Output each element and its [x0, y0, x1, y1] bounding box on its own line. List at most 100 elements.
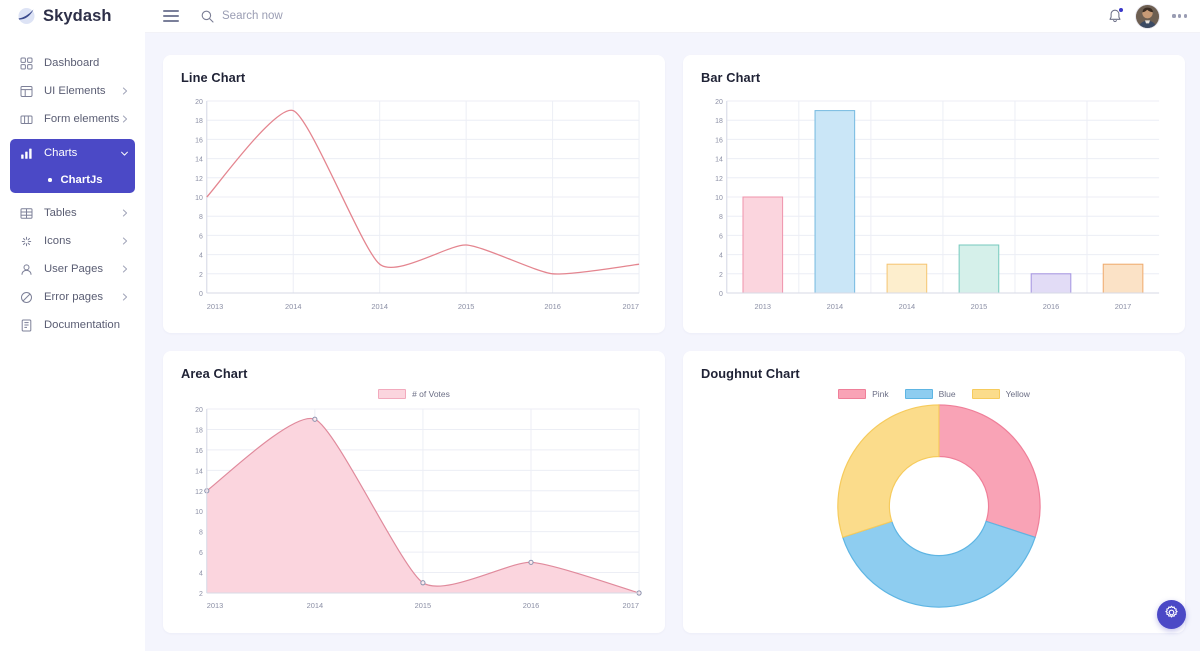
- legend-label: Yellow: [1006, 389, 1030, 399]
- sidebar-item-user-pages[interactable]: User Pages: [10, 255, 135, 283]
- layout-icon: [19, 84, 33, 98]
- line-series: [207, 110, 639, 274]
- bar[interactable]: [743, 197, 783, 293]
- main-content: Line Chart 02468101214161820201320142014…: [145, 33, 1200, 651]
- ban-icon: [19, 290, 33, 304]
- header-actions: [1107, 5, 1200, 28]
- document-icon: [19, 318, 33, 332]
- notification-badge: [1118, 7, 1124, 13]
- axis-tick-label: 2014: [899, 302, 916, 311]
- brand-logo[interactable]: Skydash: [0, 0, 145, 33]
- doughnut-slice[interactable]: [843, 521, 1035, 607]
- feather-logo-icon: [16, 6, 36, 26]
- chevron-right-icon: [120, 237, 129, 246]
- axis-tick-label: 12: [715, 176, 723, 183]
- sparkle-icon: [19, 234, 33, 248]
- legend-entry-pink[interactable]: Pink: [838, 389, 889, 399]
- bar-chart-plot[interactable]: 0246810121416182020132014201420152016201…: [701, 93, 1167, 323]
- axis-tick-label: 6: [199, 233, 203, 240]
- axis-tick-label: 2017: [1115, 302, 1132, 311]
- axis-tick-label: 2017: [623, 601, 640, 610]
- data-point[interactable]: [529, 560, 533, 564]
- sidebar-item-ui-elements[interactable]: UI Elements: [10, 77, 135, 105]
- gear-icon: [1164, 605, 1179, 625]
- axis-tick-label: 2: [199, 272, 203, 279]
- chevron-down-icon: [120, 149, 129, 158]
- axis-tick-label: 2013: [207, 302, 224, 311]
- sidebar-item-form-elements[interactable]: Form elements: [10, 105, 135, 133]
- axis-tick-label: 8: [199, 214, 203, 221]
- sidebar-item-label: Tables: [44, 207, 77, 219]
- bullet-icon: [48, 178, 52, 182]
- bar[interactable]: [815, 111, 855, 293]
- line-chart-plot[interactable]: 0246810121416182020132014201420152016201…: [181, 93, 647, 323]
- legend-label: # of Votes: [412, 389, 450, 399]
- chevron-right-icon: [120, 87, 129, 96]
- brand-name: Skydash: [43, 7, 112, 26]
- axis-tick-label: 12: [195, 176, 203, 183]
- search-input[interactable]: [222, 10, 412, 22]
- axis-tick-label: 8: [719, 214, 723, 221]
- legend-swatch: [972, 389, 1000, 399]
- axis-tick-label: 2014: [307, 601, 324, 610]
- columns-icon: [19, 112, 33, 126]
- bar-chart-card: Bar Chart 024681012141618202013201420142…: [683, 55, 1185, 333]
- axis-tick-label: 4: [199, 253, 203, 260]
- axis-tick-label: 2014: [285, 302, 302, 311]
- sidebar-subitem-chartjs[interactable]: ChartJs: [10, 167, 135, 193]
- three-dots-icon[interactable]: [1172, 14, 1187, 17]
- sidebar-item-tables[interactable]: Tables: [10, 199, 135, 227]
- bar[interactable]: [959, 245, 999, 293]
- axis-tick-label: 2013: [755, 302, 772, 311]
- legend-entry-votes[interactable]: # of Votes: [378, 389, 450, 399]
- sidebar-subitem-label: ChartJs: [61, 174, 103, 186]
- axis-tick-label: 2014: [827, 302, 844, 311]
- axis-tick-label: 18: [195, 427, 203, 434]
- bar[interactable]: [1103, 264, 1143, 293]
- bar[interactable]: [1031, 274, 1071, 293]
- legend-swatch: [378, 389, 406, 399]
- doughnut-chart-legend: Pink Blue Yellow: [701, 389, 1167, 399]
- hamburger-icon[interactable]: [163, 10, 179, 22]
- doughnut-slice[interactable]: [838, 405, 939, 537]
- bar-chart-icon: [19, 146, 33, 160]
- axis-tick-label: 16: [195, 448, 203, 455]
- sidebar-item-documentation[interactable]: Documentation: [10, 311, 135, 339]
- data-point[interactable]: [421, 581, 425, 585]
- doughnut-chart-plot[interactable]: [701, 401, 1167, 623]
- axis-tick-label: 2014: [371, 302, 388, 311]
- sidebar-item-label: Dashboard: [44, 57, 99, 69]
- data-point[interactable]: [313, 417, 317, 421]
- area-chart-plot[interactable]: 246810121416182020132014201520162017: [181, 401, 647, 623]
- search-box[interactable]: [201, 10, 412, 23]
- axis-tick-label: 14: [195, 468, 203, 475]
- legend-entry-blue[interactable]: Blue: [905, 389, 956, 399]
- bar-chart-title: Bar Chart: [701, 70, 1167, 85]
- sidebar-item-icons[interactable]: Icons: [10, 227, 135, 255]
- table-icon: [19, 206, 33, 220]
- axis-tick-label: 18: [715, 118, 723, 125]
- doughnut-slice[interactable]: [939, 405, 1040, 537]
- axis-tick-label: 2016: [544, 302, 561, 311]
- axis-tick-label: 18: [195, 118, 203, 125]
- axis-tick-label: 2015: [971, 302, 988, 311]
- sidebar: Dashboard UI Elements Form elements: [0, 33, 145, 651]
- sidebar-item-charts[interactable]: Charts: [10, 139, 135, 167]
- sidebar-item-dashboard[interactable]: Dashboard: [10, 49, 135, 77]
- axis-tick-label: 2017: [623, 302, 640, 311]
- axis-tick-label: 20: [195, 99, 203, 106]
- axis-tick-label: 2013: [207, 601, 224, 610]
- bell-icon[interactable]: [1107, 8, 1123, 25]
- axis-tick-label: 12: [195, 489, 203, 496]
- sidebar-item-error-pages[interactable]: Error pages: [10, 283, 135, 311]
- avatar[interactable]: [1136, 5, 1159, 28]
- chevron-right-icon: [120, 265, 129, 274]
- axis-tick-label: 4: [199, 571, 203, 578]
- axis-tick-label: 14: [715, 157, 723, 164]
- search-icon: [201, 10, 214, 23]
- area-chart-title: Area Chart: [181, 366, 647, 381]
- legend-entry-yellow[interactable]: Yellow: [972, 389, 1030, 399]
- settings-fab-button[interactable]: [1157, 600, 1186, 629]
- axis-tick-label: 0: [199, 291, 203, 298]
- bar[interactable]: [887, 264, 927, 293]
